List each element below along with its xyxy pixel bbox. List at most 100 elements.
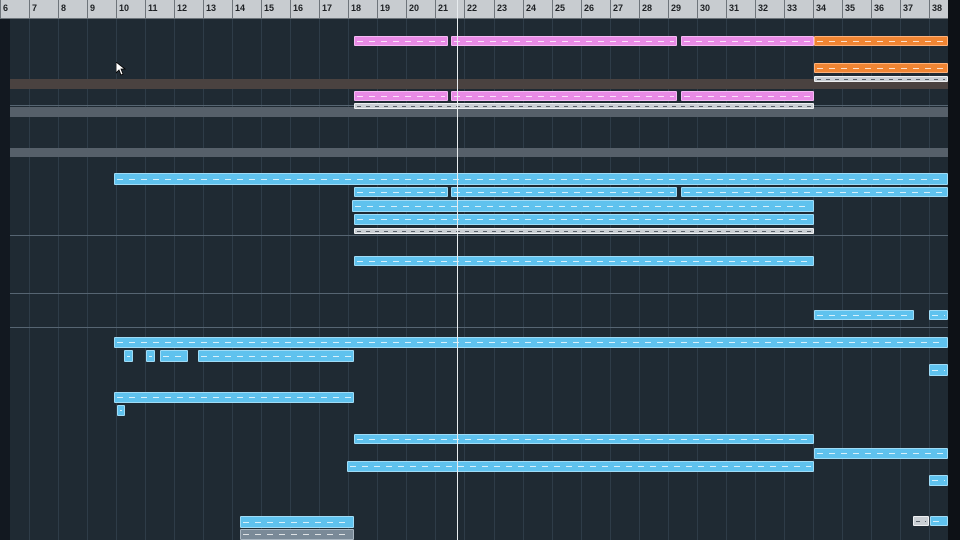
ruler-bar-label: 8 [61,3,67,13]
midi-clip[interactable] [160,350,188,362]
midi-clip[interactable] [240,516,354,528]
ruler-bar-tick [348,0,349,18]
midi-clip[interactable] [114,392,354,403]
bar-grid-line [261,19,262,540]
midi-clip[interactable] [681,91,814,101]
bar-grid-line [842,19,843,540]
midi-clip[interactable] [681,187,948,197]
ruler-bar-label: 11 [148,3,158,13]
ruler-bar-tick [697,0,698,18]
track-divider [10,293,948,294]
ruler-bar-tick [581,0,582,18]
ruler-bar-tick [900,0,901,18]
audio-clip[interactable] [814,36,948,46]
ruler-bar-tick [842,0,843,18]
bar-grid-line [319,19,320,540]
ruler-bar-tick [0,0,1,18]
midi-clip[interactable] [347,461,814,472]
ruler-bar-tick [494,0,495,18]
bar-grid-line [116,19,117,540]
midi-clip[interactable] [354,434,814,444]
midi-clip[interactable] [114,173,948,185]
ruler-bar-label: 12 [177,3,188,13]
ruler-bar-tick [668,0,669,18]
midi-clip[interactable] [198,350,354,362]
bar-grid-line [174,19,175,540]
arrange-area[interactable] [10,19,948,540]
playhead-cursor[interactable] [457,0,458,540]
midi-clip[interactable] [814,76,948,82]
midi-clip[interactable] [451,36,677,46]
audio-clip[interactable] [814,63,948,73]
midi-clip[interactable] [240,529,354,540]
ruler-bar-tick [290,0,291,18]
midi-clip[interactable] [451,187,677,197]
ruler-bar-tick [145,0,146,18]
midi-clip[interactable] [124,350,133,362]
ruler-bar-label: 22 [467,3,478,13]
ruler-bar-label: 21 [438,3,449,13]
ruler-bar-label: 35 [845,3,856,13]
ruler-bar-tick [552,0,553,18]
ruler-bar-tick [784,0,785,18]
ruler-bar-label: 18 [351,3,362,13]
ruler-bar-tick [232,0,233,18]
ruler-bar-label: 19 [380,3,391,13]
midi-clip[interactable] [114,337,948,348]
midi-clip[interactable] [929,364,948,376]
timeline-ruler[interactable]: 6 7 8 9 10 11 12 13 14 15 16 17 18 19 20 21 22 23 24 25 26 27… [0,0,960,19]
midi-clip[interactable] [681,36,814,46]
midi-clip[interactable] [354,187,448,197]
ruler-bar-tick [726,0,727,18]
midi-clip[interactable] [814,310,914,320]
midi-clip[interactable] [146,350,155,362]
midi-clip[interactable] [352,200,814,212]
ruler-bar-tick [29,0,30,18]
ruler-bar-tick [377,0,378,18]
ruler-bar-tick [639,0,640,18]
ruler-bar-label: 30 [700,3,711,13]
bar-grid-line [87,19,88,540]
vertical-scrollbar[interactable] [948,0,960,540]
bar-grid-line [145,19,146,540]
midi-clip[interactable] [913,516,929,526]
midi-clip[interactable] [451,91,677,101]
muted-track-band [10,148,948,157]
midi-clip[interactable] [354,103,814,109]
ruler-bar-label: 36 [874,3,885,13]
ruler-bar-tick [174,0,175,18]
ruler-bar-tick [116,0,117,18]
ruler-bar-tick [610,0,611,18]
bar-grid-line [929,19,930,540]
ruler-bar-label: 20 [409,3,420,13]
midi-clip[interactable] [929,475,948,486]
midi-clip[interactable] [930,516,948,526]
midi-clip[interactable] [354,228,814,234]
midi-clip[interactable] [354,36,448,46]
bar-grid-line [290,19,291,540]
daw-arrange-window: 6 7 8 9 10 11 12 13 14 15 16 17 18 19 20 21 22 23 24 25 26 27… [0,0,960,540]
ruler-bar-label: 32 [758,3,769,13]
midi-clip[interactable] [354,91,448,101]
ruler-bar-tick [435,0,436,18]
ruler-bar-label: 14 [235,3,246,13]
midi-clip[interactable] [814,448,948,459]
ruler-bar-label: 33 [787,3,798,13]
ruler-bar-label: 34 [816,3,827,13]
ruler-bar-tick [87,0,88,18]
ruler-bar-label: 10 [119,3,130,13]
ruler-bar-label: 6 [3,3,9,13]
ruler-bar-label: 37 [903,3,914,13]
midi-clip[interactable] [354,256,814,266]
midi-clip[interactable] [929,310,948,320]
midi-clip[interactable] [117,405,125,416]
ruler-bar-tick [523,0,524,18]
ruler-bar-label: 16 [293,3,304,13]
ruler-bar-tick [871,0,872,18]
ruler-bar-tick [755,0,756,18]
bar-grid-line [203,19,204,540]
track-header-edge [0,19,10,540]
midi-clip[interactable] [354,214,814,225]
ruler-bar-tick [203,0,204,18]
ruler-bar-label: 28 [642,3,653,13]
